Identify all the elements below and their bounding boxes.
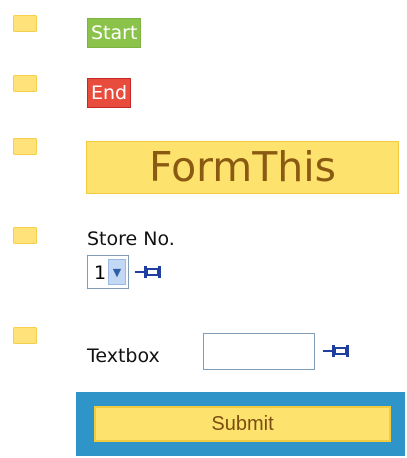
store-number-selected-value: 1 [94,262,107,284]
square-bullet-icon [13,75,37,92]
store-number-select[interactable]: 1 ▼ [87,255,129,289]
square-bullet-icon [13,138,37,155]
pushpin-icon[interactable] [322,344,352,358]
square-bullet-icon [13,227,37,244]
start-tag[interactable]: Start [87,18,142,48]
submit-button[interactable]: Submit [94,406,391,442]
chevron-down-icon[interactable]: ▼ [108,259,126,285]
submit-frame: Submit [76,392,405,456]
square-bullet-icon [13,327,37,344]
textbox-input[interactable] [203,333,315,370]
store-number-label: Store No. [87,228,175,250]
pushpin-icon[interactable] [134,265,164,279]
square-bullet-icon [13,15,37,32]
form-title: FormThis [86,141,399,194]
textbox-label: Textbox [87,345,160,367]
end-tag[interactable]: End [87,78,132,108]
